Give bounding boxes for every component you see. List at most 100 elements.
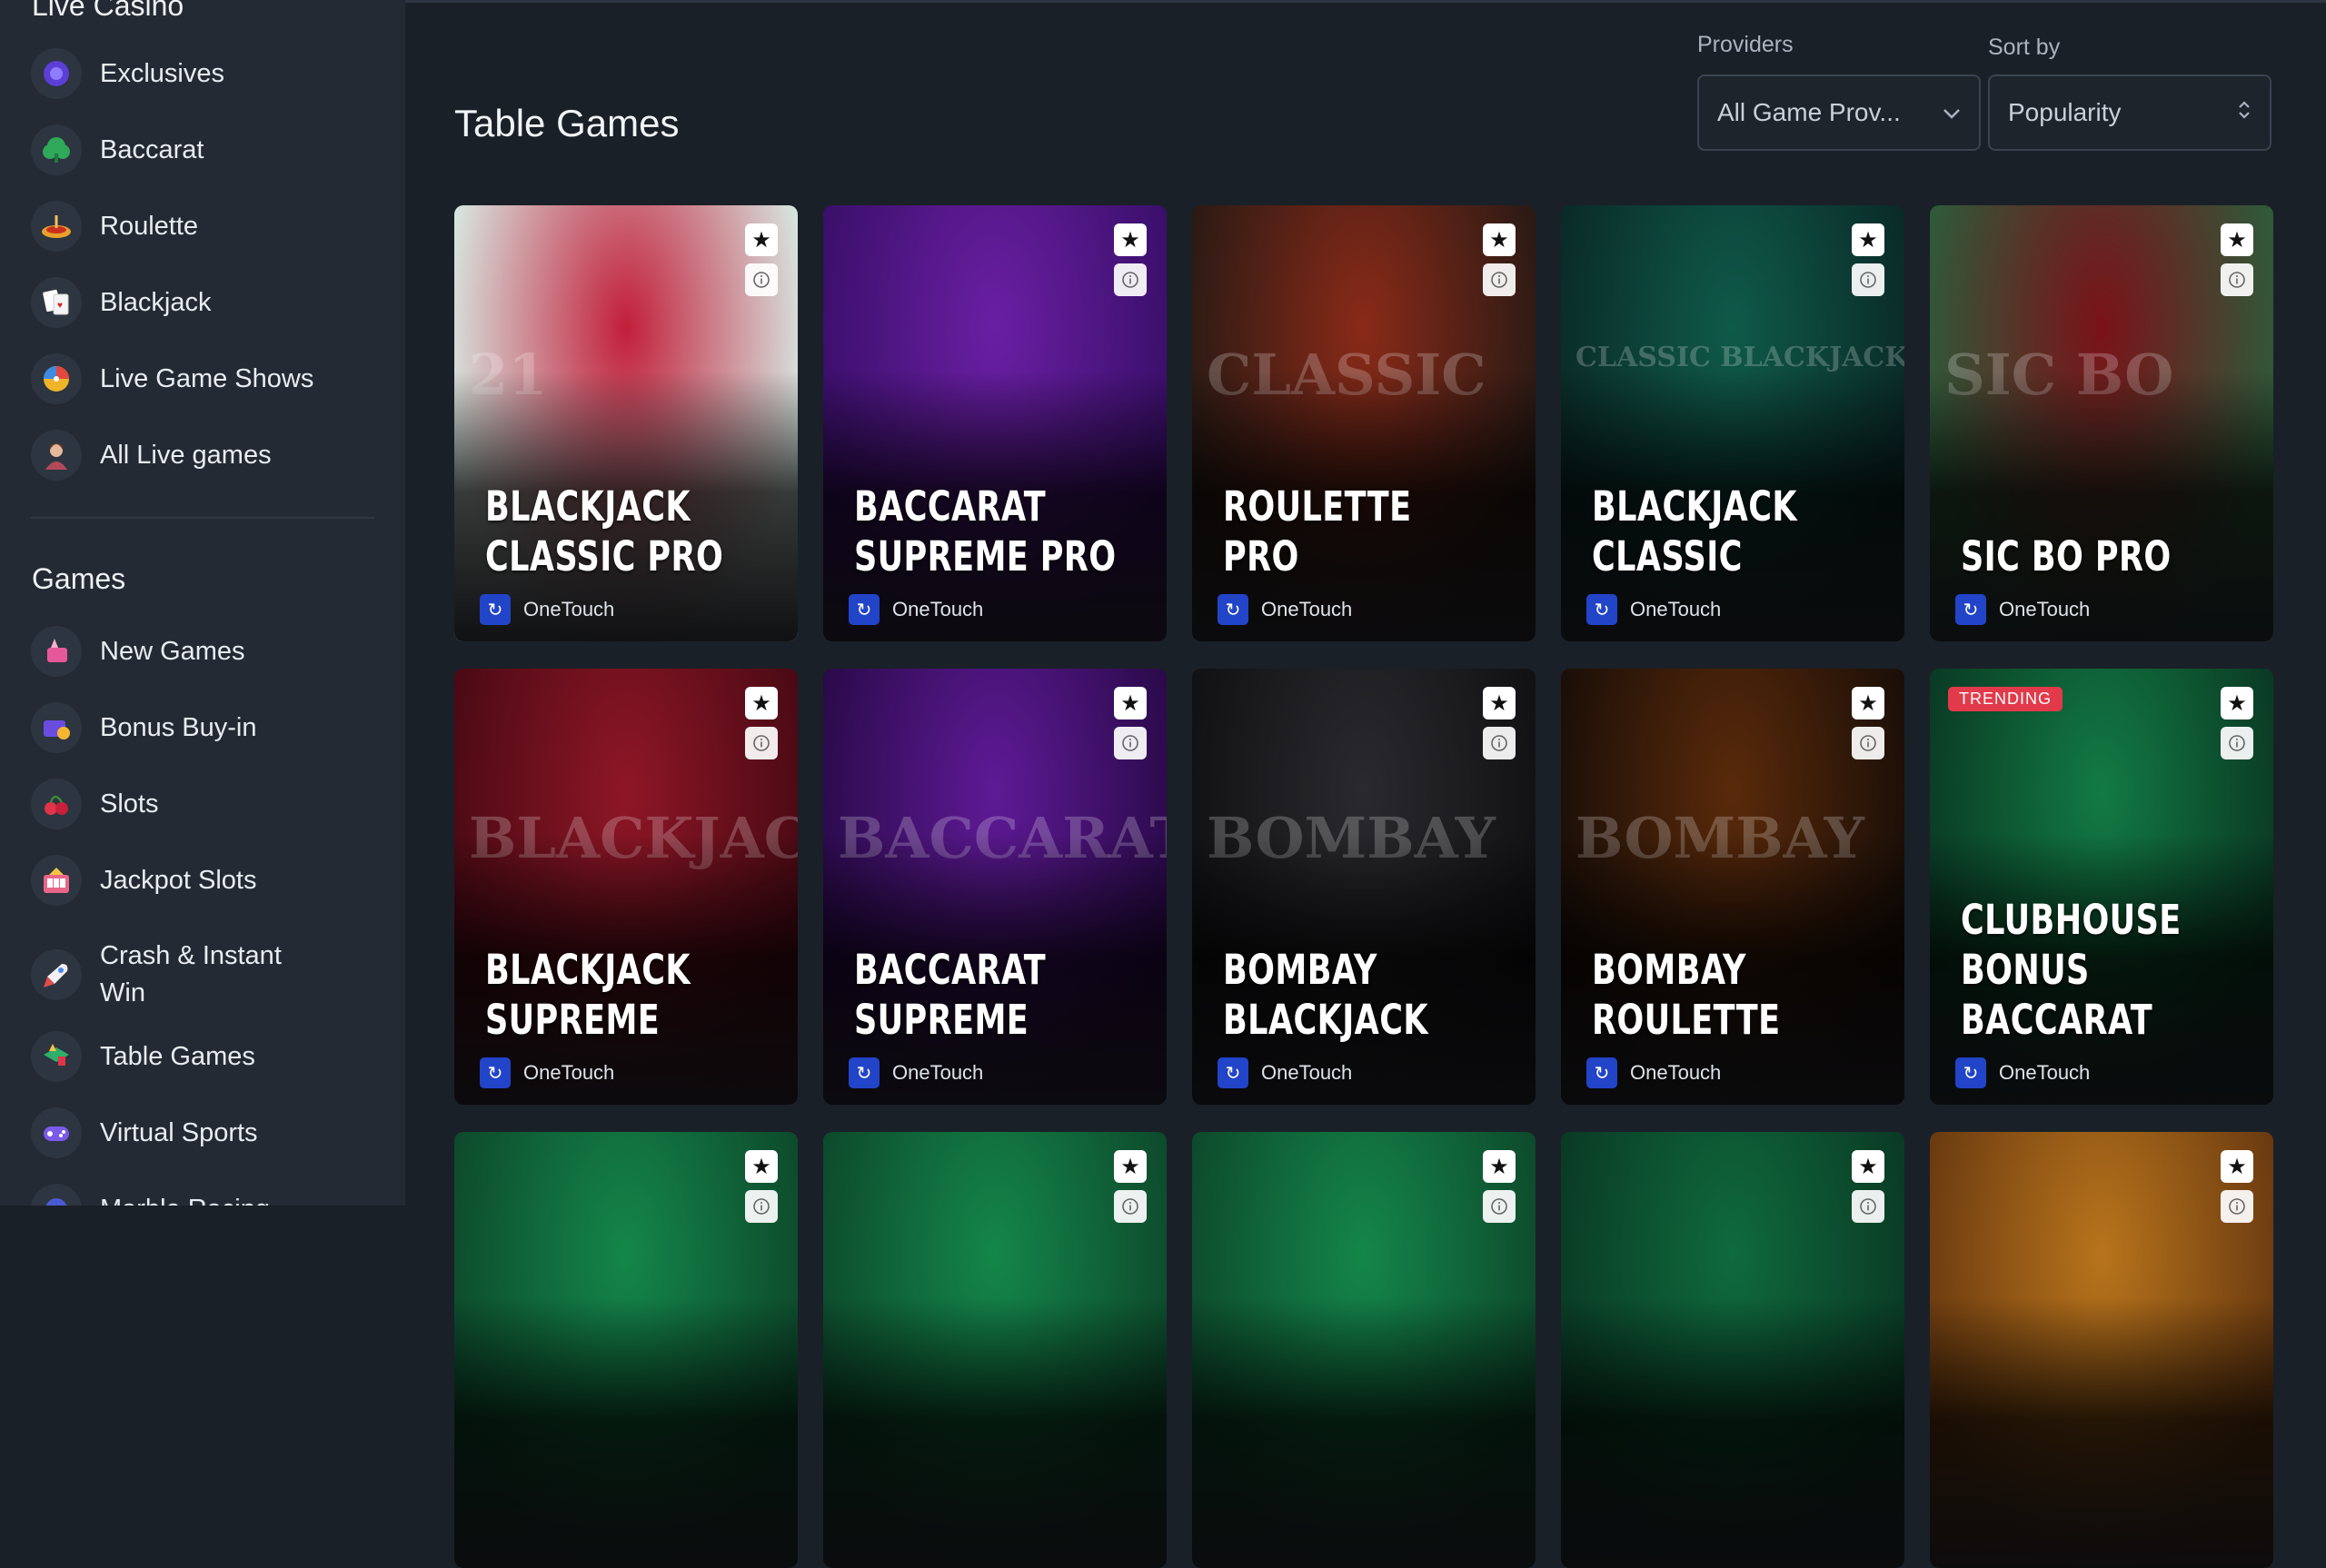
live-dealer-icon [31,430,82,481]
info-icon[interactable] [1114,727,1147,759]
sidebar-item-roulette[interactable]: Roulette [31,196,376,256]
game-card[interactable]: ★ [1192,1132,1536,1568]
game-card[interactable]: BACCARATBACCARATSUPREME ↻ OneTouch ★ [823,669,1167,1105]
favorite-star-icon[interactable]: ★ [2221,223,2253,256]
sidebar-item-label: Marble Racing [100,1191,270,1206]
sidebar-item-table-games[interactable]: Table Games [31,1027,376,1087]
bonus-buy-icon [31,702,82,753]
game-card[interactable]: 21BLACKJACKCLASSIC PRO↻OneTouch★ [454,205,798,641]
sidebar-item-marble-racing[interactable]: Marble Racing [31,1179,376,1206]
provider-logo-icon: ↻ [849,1057,880,1088]
game-card[interactable]: ★ [1561,1132,1904,1568]
sidebar-item-live-game-shows[interactable]: Live Game Shows [31,349,376,409]
info-icon[interactable] [1483,1190,1516,1223]
card-shade [1930,1297,2273,1568]
sidebar-item-virtual-sports[interactable]: Virtual Sports [31,1103,376,1163]
card-shade [1192,1297,1536,1568]
provider-name: OneTouch [1630,1061,1722,1084]
info-icon[interactable] [1852,263,1884,296]
provider-logo-icon: ↻ [1955,594,1986,625]
game-card[interactable]: BLACKJACKBLACKJACKSUPREME ↻ OneTouch ★ [454,669,798,1105]
info-icon[interactable] [1114,263,1147,296]
provider-name: OneTouch [1261,598,1353,620]
table-games-icon [31,1031,82,1082]
sidebar-item-label: Virtual Sports [100,1117,258,1147]
favorite-star-icon[interactable]: ★ [1114,223,1147,256]
favorite-star-icon[interactable]: ★ [745,1150,778,1183]
sidebar-item-baccarat[interactable]: Baccarat [31,120,376,180]
favorite-star-icon[interactable]: ★ [745,687,778,719]
sort-value: Popularity [2008,98,2122,126]
provider-logo-icon: ↻ [1955,1057,1986,1088]
rocket-icon [31,949,82,1000]
favorite-star-icon[interactable]: ★ [745,223,778,256]
sidebar-item-exclusives[interactable]: Exclusives [31,44,376,104]
favorite-star-icon[interactable]: ★ [1114,1150,1147,1183]
game-card[interactable]: CLUBHOUSE BONUS BACCARAT ↻ OneTouch TRENDING… [1930,669,2273,1105]
blackjack-icon: ♥ [31,277,82,328]
game-title-line: CLASSIC PRO [485,532,724,581]
sidebar-item-slots[interactable]: Slots [31,774,376,834]
game-title-line: CLASSIC [1592,532,1743,581]
info-icon[interactable] [1114,1190,1147,1223]
slots-icon [31,779,82,829]
favorite-star-icon[interactable]: ★ [1852,687,1884,719]
game-title-line: BLACKJACK [1223,996,1428,1044]
sidebar-item-blackjack[interactable]: ♥ Blackjack [31,273,376,332]
sidebar-item-jackpot-slots[interactable]: Jackpot Slots [31,850,376,910]
provider-logo-icon: ↻ [1218,594,1248,625]
favorite-star-icon[interactable]: ★ [1852,1150,1884,1183]
favorite-star-icon[interactable]: ★ [2221,1150,2253,1183]
info-icon[interactable] [745,263,778,296]
svg-text:♥: ♥ [57,301,63,311]
info-icon[interactable] [1852,727,1884,759]
sidebar-item-crash-instant-win[interactable]: Crash & Instant Win [31,938,376,1012]
info-icon[interactable] [745,1190,778,1223]
game-card[interactable]: ★ [823,1132,1167,1568]
info-icon[interactable] [1483,727,1516,759]
game-title-line: SUPREME [854,996,1029,1044]
section-heading-live-casino: Live Casino [32,0,184,22]
main-content: Table Games Providers All Game Prov... S… [405,0,2326,1568]
trending-badge: TRENDING [1948,687,2063,711]
new-games-icon [31,626,82,677]
providers-label: Providers [1697,32,1794,57]
favorite-star-icon[interactable]: ★ [1483,687,1516,719]
sort-select[interactable]: Popularity [1988,74,2271,151]
sidebar-item-label: Slots [100,789,159,819]
provider-tag: ↻ OneTouch [480,594,614,625]
game-card[interactable]: BOMBAYBOMBAYBLACKJACK ↻ OneTouch ★ [1192,669,1536,1105]
favorite-star-icon[interactable]: ★ [2221,687,2253,719]
sidebar-item-all-live-games[interactable]: All Live games [31,425,376,485]
game-card[interactable]: BACCARAT SUPREME PRO ↻ OneTouch ★ [823,205,1167,641]
sidebar-item-label: Jackpot Slots [100,865,257,895]
providers-value: All Game Prov... [1717,98,1901,126]
favorite-star-icon[interactable]: ★ [1483,223,1516,256]
favorite-star-icon[interactable]: ★ [1483,1150,1516,1183]
sidebar: Live Casino Exclusives Baccarat Roulette… [0,0,405,1206]
favorite-star-icon[interactable]: ★ [1114,687,1147,719]
providers-select[interactable]: All Game Prov... [1697,74,1981,151]
provider-name: OneTouch [1630,598,1722,620]
game-card[interactable]: SIC BOSIC BO PRO↻OneTouch★ [1930,205,2273,641]
game-title: ROULETTE PRO [1223,481,1535,581]
info-icon[interactable] [2221,263,2253,296]
favorite-star-icon[interactable]: ★ [1852,223,1884,256]
provider-name: OneTouch [523,598,615,620]
game-title-line: ROULETTE [1592,996,1781,1044]
game-card[interactable]: ★ [1930,1132,2273,1568]
info-icon[interactable] [2221,1190,2253,1223]
sidebar-divider [31,517,374,519]
game-card[interactable]: CLASSIC BLACKJACK BLACKJACK CLASSIC ↻ OneTou… [1561,205,1904,641]
game-card[interactable]: CLASSICROULETTEPRO↻OneTouch★ [1192,205,1536,641]
game-title-line: SUPREME [485,996,661,1044]
info-icon[interactable] [745,727,778,759]
info-icon[interactable] [1852,1190,1884,1223]
game-card[interactable]: ★ [454,1132,798,1568]
info-icon[interactable] [2221,727,2253,759]
provider-tag: ↻ OneTouch [1955,594,2090,625]
sidebar-item-new-games[interactable]: New Games [31,621,376,681]
game-card[interactable]: BOMBAYBOMBAYROULETTE ↻ OneTouch ★ [1561,669,1904,1105]
sidebar-item-bonus-buy-in[interactable]: Bonus Buy-in [31,698,376,758]
info-icon[interactable] [1483,263,1516,296]
